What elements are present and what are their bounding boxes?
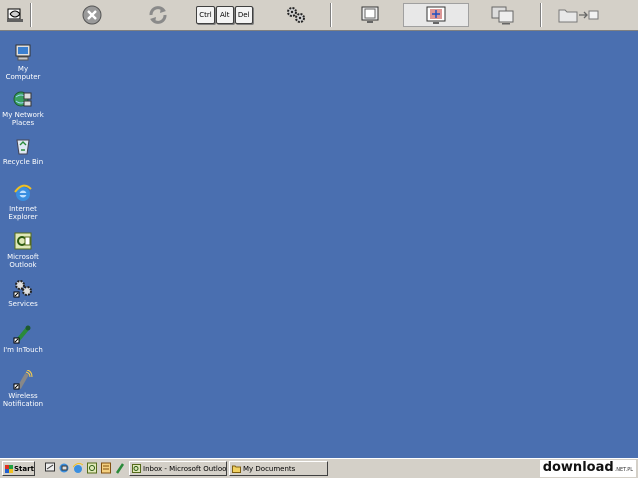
- del-key: Del: [234, 6, 253, 24]
- watermark-text: download: [542, 460, 614, 475]
- my-computer-icon: [15, 44, 31, 61]
- outlook-icon: [132, 464, 141, 473]
- internet-explorer-icon: [14, 184, 32, 201]
- recycle-bin-shortcut[interactable]: Recycle Bin: [1, 136, 45, 166]
- task-label: My Documents: [243, 464, 296, 473]
- refresh-button[interactable]: [144, 3, 172, 27]
- remote-control-toolbar: Ctrl Alt Del: [0, 0, 638, 31]
- recycle-bin-icon: [16, 139, 30, 155]
- quicklaunch-desktop-icon[interactable]: [45, 462, 55, 474]
- full-screen-button[interactable]: [356, 3, 384, 27]
- quicklaunch-ie-icon[interactable]: [72, 462, 84, 474]
- taskbar: Start Inbox - Microsoft Outlook My Docum…: [0, 458, 638, 478]
- desktop-icon-label: I'm InTouch: [3, 346, 43, 354]
- desktop-icon-label: Recycle Bin: [2, 158, 44, 166]
- intouch-icon: [13, 325, 31, 344]
- file-transfer-button[interactable]: [556, 3, 602, 27]
- folder-icon: [232, 465, 241, 473]
- menu-icon[interactable]: [3, 3, 27, 27]
- alt-key: Alt: [215, 6, 234, 24]
- quicklaunch-app-icon[interactable]: [101, 462, 111, 474]
- wireless-notification-shortcut[interactable]: Wireless Notification: [1, 370, 45, 408]
- disconnect-button[interactable]: [78, 3, 106, 27]
- windows-logo-icon: [5, 464, 13, 473]
- ctrl-alt-del-button[interactable]: Ctrl Alt Del: [196, 3, 254, 27]
- quicklaunch-network-icon[interactable]: [59, 462, 69, 474]
- network-places-icon: [13, 91, 32, 107]
- desktop-icon-label: Internet Explorer: [8, 205, 38, 221]
- desktop-icon-label: My Computer: [5, 65, 41, 81]
- watermark-logo: download .NET.PL: [539, 460, 636, 477]
- im-intouch-shortcut[interactable]: I'm InTouch: [1, 324, 45, 354]
- desktop-icon-label: My Network Places: [2, 111, 44, 127]
- services-shortcut[interactable]: Services: [1, 278, 45, 308]
- start-button[interactable]: Start: [2, 461, 35, 476]
- wireless-icon: [13, 370, 33, 390]
- taskbar-button-outlook[interactable]: Inbox - Microsoft Outlook: [129, 461, 227, 476]
- start-label: Start: [14, 464, 34, 473]
- internet-explorer-shortcut[interactable]: Internet Explorer: [1, 183, 45, 221]
- task-label: Inbox - Microsoft Outlook: [143, 464, 227, 473]
- outlook-icon: [14, 232, 32, 250]
- taskbar-button-my-documents[interactable]: My Documents: [229, 461, 328, 476]
- my-network-places-shortcut[interactable]: My Network Places: [1, 89, 45, 127]
- desktop: My Computer My Network Places Recycle Bi…: [0, 31, 638, 458]
- ctrl-key: Ctrl: [196, 6, 215, 24]
- desktop-icon-label: Services: [8, 300, 38, 308]
- services-gear-icon: [13, 280, 32, 298]
- desktop-icon-label: Microsoft Outlook: [7, 253, 39, 269]
- my-computer-shortcut[interactable]: My Computer: [1, 43, 45, 81]
- fit-to-window-button[interactable]: [403, 3, 469, 27]
- microsoft-outlook-shortcut[interactable]: Microsoft Outlook: [1, 231, 45, 269]
- quicklaunch-tool-icon[interactable]: [115, 462, 125, 474]
- services-gear-button[interactable]: [282, 3, 310, 27]
- multi-monitor-button[interactable]: [488, 3, 518, 27]
- watermark-suffix: .NET.PL: [614, 467, 633, 473]
- desktop-icon-label: Wireless Notification: [2, 392, 44, 408]
- quicklaunch-outlook-icon[interactable]: [87, 462, 97, 474]
